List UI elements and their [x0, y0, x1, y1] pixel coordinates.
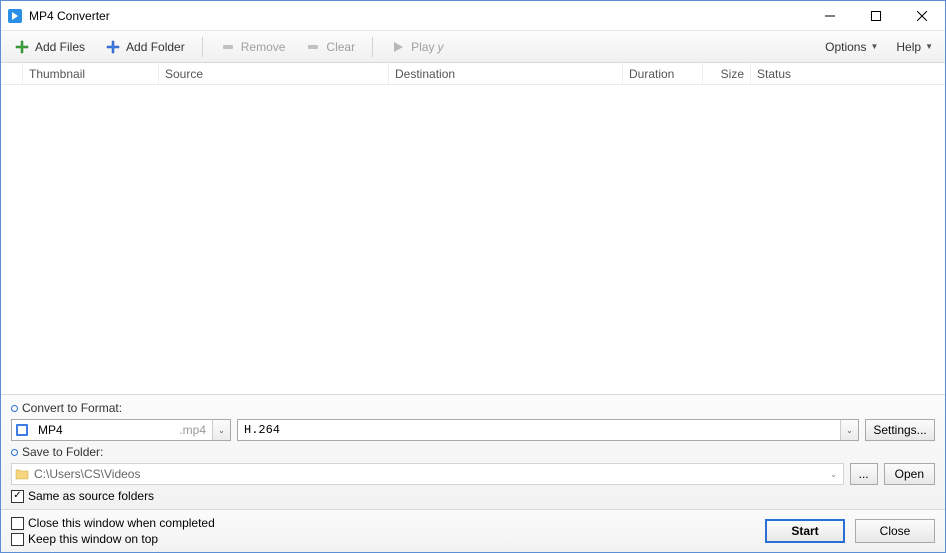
add-files-label: Add Files [35, 40, 85, 54]
settings-button[interactable]: Settings... [865, 419, 935, 441]
col-status[interactable]: Status [751, 63, 945, 84]
chevron-down-icon: ▼ [870, 42, 878, 51]
footer: Close this window when completed Keep th… [1, 509, 945, 552]
col-source[interactable]: Source [159, 63, 389, 84]
col-destination[interactable]: Destination [389, 63, 623, 84]
col-checkbox[interactable] [1, 63, 23, 84]
checkbox-icon [11, 517, 24, 530]
maximize-button[interactable] [853, 1, 899, 30]
close-button[interactable]: Close [855, 519, 935, 543]
same-as-source-checkbox[interactable]: ✓ Same as source folders [11, 489, 154, 503]
list-header: Thumbnail Source Destination Duration Si… [1, 63, 945, 85]
play-button: Play y [385, 37, 448, 57]
convert-panel: Convert to Format: MP4 .mp4 ⌄ H.264 ⌄ Se… [1, 394, 945, 509]
clear-icon [305, 39, 321, 55]
play-icon [390, 39, 406, 55]
chevron-down-icon: ⌄ [825, 464, 843, 484]
window-title: MP4 Converter [29, 9, 110, 23]
save-path-value: C:\Users\CS\Videos [32, 467, 825, 481]
remove-button: Remove [215, 37, 291, 57]
codec-select[interactable]: H.264 ⌄ [237, 419, 859, 441]
add-files-button[interactable]: Add Files [9, 37, 90, 57]
codec-value: H.264 [238, 423, 840, 437]
folder-icon [12, 468, 32, 480]
clear-button: Clear [300, 37, 360, 57]
file-list[interactable] [1, 85, 945, 394]
col-duration[interactable]: Duration [623, 63, 703, 84]
chevron-down-icon: ▼ [925, 42, 933, 51]
convert-label: Convert to Format: [11, 401, 122, 415]
save-path-select[interactable]: C:\Users\CS\Videos ⌄ [11, 463, 844, 485]
minus-icon [220, 39, 236, 55]
format-icon [12, 423, 32, 437]
close-when-completed-checkbox[interactable]: Close this window when completed [11, 516, 215, 530]
toolbar: Add Files Add Folder Remove Clear Play y… [1, 31, 945, 63]
help-menu[interactable]: Help ▼ [892, 38, 937, 56]
options-menu[interactable]: Options ▼ [821, 38, 882, 56]
browse-button[interactable]: ... [850, 463, 878, 485]
save-label: Save to Folder: [11, 445, 103, 459]
keep-on-top-checkbox[interactable]: Keep this window on top [11, 532, 215, 546]
col-thumbnail[interactable]: Thumbnail [23, 63, 159, 84]
chevron-down-icon: ⌄ [840, 420, 858, 440]
titlebar: MP4 Converter [1, 1, 945, 31]
format-value: MP4 [32, 423, 179, 437]
app-window: MP4 Converter Add Files Add Folder Remov… [0, 0, 946, 553]
start-button[interactable]: Start [765, 519, 845, 543]
separator [372, 37, 373, 57]
add-folder-button[interactable]: Add Folder [100, 37, 190, 57]
checkbox-icon: ✓ [11, 490, 24, 503]
add-folder-label: Add Folder [126, 40, 185, 54]
help-label: Help [896, 40, 921, 54]
minimize-button[interactable] [807, 1, 853, 30]
format-select[interactable]: MP4 .mp4 ⌄ [11, 419, 231, 441]
close-window-button[interactable] [899, 1, 945, 30]
col-size[interactable]: Size [703, 63, 751, 84]
plus-green-icon [14, 39, 30, 55]
bullet-icon [11, 405, 18, 412]
bullet-icon [11, 449, 18, 456]
remove-label: Remove [241, 40, 286, 54]
app-icon [7, 8, 23, 24]
chevron-down-icon: ⌄ [212, 420, 230, 440]
checkbox-icon [11, 533, 24, 546]
clear-label: Clear [326, 40, 355, 54]
play-label: Play [411, 40, 434, 54]
format-ext: .mp4 [179, 423, 212, 437]
options-label: Options [825, 40, 866, 54]
play-suffix: y [437, 40, 443, 54]
separator [202, 37, 203, 57]
plus-blue-icon [105, 39, 121, 55]
open-folder-button[interactable]: Open [884, 463, 935, 485]
